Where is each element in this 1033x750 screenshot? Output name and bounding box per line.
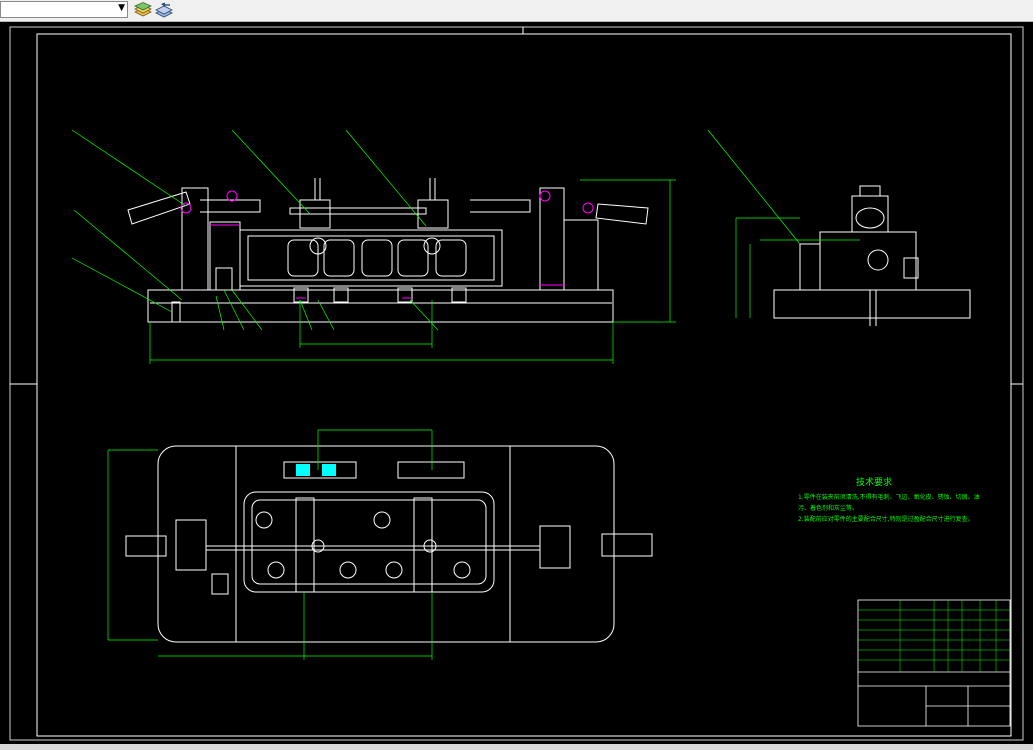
technical-notes: 技术要求 1.零件在装夹前须清洗,不得有毛刺、飞边、氧化皮、锈蚀、切屑、油 污、… (798, 476, 980, 523)
top-view (107, 429, 653, 660)
layer-dropdown[interactable]: ▼ (0, 1, 128, 18)
chevron-down-icon[interactable]: ▼ (118, 3, 125, 13)
status-bar (0, 744, 1033, 750)
layer-states-icon[interactable] (133, 0, 153, 20)
layer-previous-icon[interactable] (154, 0, 174, 20)
tech-note-line: 1.零件在装夹前须清洗,不得有毛刺、飞边、氧化皮、锈蚀、切屑、油 (798, 493, 980, 501)
front-view (71, 129, 676, 364)
title-block (857, 599, 1011, 727)
side-view (707, 129, 971, 326)
tech-title: 技术要求 (856, 476, 892, 488)
drawing-canvas[interactable]: 技术要求 1.零件在装夹前须清洗,不得有毛刺、飞边、氧化皮、锈蚀、切屑、油 污、… (0, 22, 1033, 744)
tech-note-line: 污、着色剂和灰尘等。 (798, 504, 858, 512)
tech-note-line: 2.装配前应对零件的主要配合尺寸,特别是过盈配合尺寸进行复查。 (798, 515, 974, 523)
highlighted-locator-pads (296, 464, 336, 476)
toolbar: ▼ (0, 0, 1033, 22)
drawing-frame (9, 26, 1024, 741)
